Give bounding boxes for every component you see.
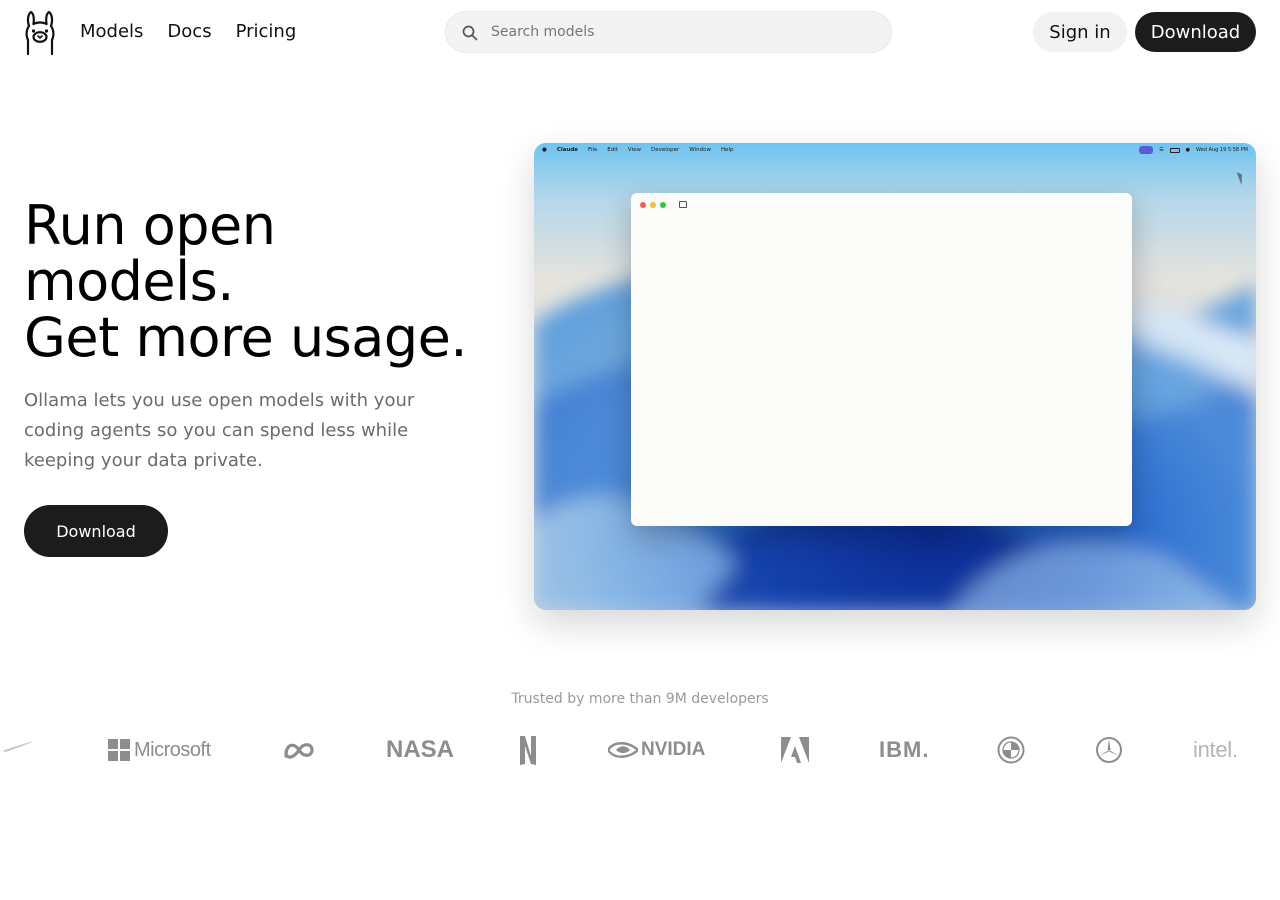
header-download-button[interactable]: Download xyxy=(1135,12,1256,52)
search-input[interactable] xyxy=(491,12,871,52)
apple-icon: ● xyxy=(542,147,547,153)
brand-logos: Microsoft NASA NVIDIA IBM. intel. xyxy=(0,730,1280,770)
main-nav: Models Docs Pricing xyxy=(80,20,296,44)
nasa-wordmark: NASA xyxy=(386,736,455,763)
menubar-help: Help xyxy=(720,147,734,153)
nvidia-logo: NVIDIA xyxy=(608,730,705,770)
hero-title-line-1: Run open xyxy=(24,194,276,257)
menubar-clock: Wed Aug 19 5:58 PM xyxy=(1196,147,1248,153)
nav-models[interactable]: Models xyxy=(80,20,143,44)
zoom-dot-icon xyxy=(660,202,666,208)
app-window xyxy=(631,193,1132,526)
microsoft-logo: Microsoft xyxy=(108,730,211,770)
search-icon xyxy=(462,25,478,41)
hero-download-button[interactable]: Download xyxy=(24,505,168,557)
trusted-text: Trusted by more than 9M developers xyxy=(511,691,769,707)
hero-title-line-3: Get more usage. xyxy=(24,306,468,369)
intel-wordmark: intel. xyxy=(1193,737,1238,762)
hero-subtitle: Ollama lets you use open models with you… xyxy=(24,390,415,471)
swoosh-logo-icon xyxy=(2,741,34,752)
status-icon: ☰ xyxy=(1159,147,1164,153)
meta-logo-icon xyxy=(284,743,314,759)
nasa-logo: NASA xyxy=(386,730,454,770)
bmw-logo-icon xyxy=(997,736,1025,764)
menubar-view: View xyxy=(627,147,641,153)
menubar-status: ☰ ● Wed Aug 19 5:58 PM xyxy=(1139,146,1248,154)
ibm-logo: IBM. xyxy=(879,730,929,770)
ibm-wordmark: IBM. xyxy=(879,737,930,762)
status-pill-icon xyxy=(1139,146,1154,154)
control-center-icon: ● xyxy=(1185,147,1191,153)
intel-logo: intel. xyxy=(1193,730,1238,770)
hero-title-line-2: models. xyxy=(24,250,234,313)
sidebar-toggle-icon xyxy=(679,201,687,208)
sign-in-button[interactable]: Sign in xyxy=(1033,12,1127,52)
ollama-logo-icon[interactable] xyxy=(22,10,58,56)
microsoft-squares-icon xyxy=(108,739,130,761)
menubar-edit: Edit xyxy=(607,147,618,153)
menubar-window: Window xyxy=(689,147,711,153)
nvidia-wordmark: NVIDIA xyxy=(641,739,706,760)
adobe-logo-icon xyxy=(781,737,809,763)
header: Models Docs Pricing Sign in Download xyxy=(0,0,1280,64)
minimize-dot-icon xyxy=(650,202,656,208)
window-controls xyxy=(640,202,666,208)
nav-pricing[interactable]: Pricing xyxy=(236,20,297,44)
battery-icon xyxy=(1169,147,1180,153)
menubar-file: File xyxy=(588,147,598,153)
menubar-app-name: Claude xyxy=(556,147,579,153)
mercedes-logo-icon xyxy=(1096,737,1122,763)
close-dot-icon xyxy=(640,202,646,208)
menubar-developer: Developer xyxy=(650,147,680,153)
microsoft-wordmark: Microsoft xyxy=(134,738,211,761)
app-screenshot: ● Claude File Edit View Developer Window… xyxy=(534,143,1256,610)
nvidia-eye-icon xyxy=(608,742,638,758)
search-box[interactable] xyxy=(445,11,892,53)
netflix-logo-icon xyxy=(520,736,536,765)
hero-title: Run open models. Get more usage. xyxy=(24,198,514,366)
nav-docs[interactable]: Docs xyxy=(167,20,211,44)
